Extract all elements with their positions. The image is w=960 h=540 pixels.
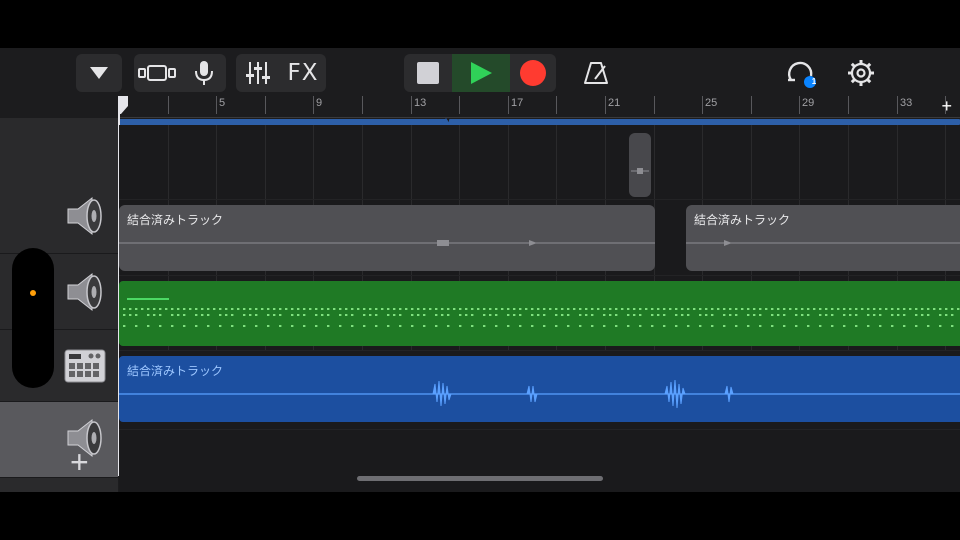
fx-label: FX <box>287 60 319 86</box>
ruler-tick <box>313 96 314 114</box>
audio-region-small[interactable] <box>629 133 651 197</box>
playhead-icon[interactable] <box>119 96 128 114</box>
mixer-fx-group: FX <box>236 54 326 92</box>
ruler-tick <box>508 96 509 114</box>
play-button[interactable] <box>452 54 510 92</box>
tracks-view-button[interactable] <box>134 54 180 92</box>
stop-button[interactable] <box>404 54 452 92</box>
record-button[interactable] <box>510 54 556 92</box>
track-lanes[interactable]: 結合済みトラック 結合済みトラック 結合済みトラック <box>119 125 960 492</box>
track-lane-1[interactable] <box>119 125 960 200</box>
merged-track-region-a[interactable]: 結合済みトラック <box>119 205 655 271</box>
ruler-add-button[interactable]: + <box>941 96 952 116</box>
ruler-tick <box>411 96 412 114</box>
drum-machine-icon <box>64 349 106 383</box>
microphone-button[interactable] <box>182 54 226 92</box>
merged-track-region-b[interactable]: 結合済みトラック <box>686 205 960 271</box>
ruler-bar-number: 9 <box>316 97 323 109</box>
loop-badge-count: 1 <box>811 77 817 86</box>
toolbar: FX 1 <box>0 48 960 96</box>
add-track-button[interactable]: + <box>70 446 89 478</box>
region-waveform <box>119 379 960 409</box>
speaker-icon <box>67 272 102 312</box>
ruler-tick <box>751 96 752 114</box>
ruler-bar-number: 33 <box>900 97 913 109</box>
ruler-tick <box>897 96 898 114</box>
region-waveform <box>119 240 655 246</box>
metronome-icon <box>584 62 608 84</box>
ruler-bar-number: 29 <box>802 97 815 109</box>
ruler-tick <box>605 96 606 114</box>
fx-button[interactable]: FX <box>280 54 326 92</box>
track-header-4-selected[interactable] <box>0 402 118 478</box>
track-menu-button[interactable] <box>76 54 122 92</box>
region-waveform <box>686 240 960 246</box>
cycle-region-bar[interactable] <box>119 118 960 125</box>
region-midi-notes <box>123 298 960 327</box>
merged-track-region-selected[interactable]: 結合済みトラック <box>119 356 960 422</box>
ruler-tick <box>848 96 849 114</box>
ruler-tick <box>459 96 460 114</box>
speaker-icon <box>67 196 102 236</box>
ruler-bar-number: 21 <box>608 97 621 109</box>
ruler-bar-number: 5 <box>219 97 226 109</box>
ruler-tick <box>556 96 557 114</box>
region-waveform <box>631 168 649 174</box>
tracks-view-icon <box>138 65 176 81</box>
microphone-icon <box>195 61 213 85</box>
ruler-tick <box>265 96 266 114</box>
gear-icon <box>848 60 874 86</box>
track-header-1[interactable] <box>0 178 118 254</box>
ruler-tick <box>168 96 169 114</box>
record-icon <box>520 60 546 86</box>
view-group <box>134 54 226 92</box>
track-menu-group <box>76 54 122 92</box>
ruler-tick <box>362 96 363 114</box>
track-lane-2[interactable]: 結合済みトラック 結合済みトラック <box>119 200 960 276</box>
ruler-bar-number: 13 <box>414 97 427 109</box>
home-indicator <box>357 476 603 481</box>
ruler-tick <box>654 96 655 114</box>
ruler-tick <box>799 96 800 114</box>
metronome-button[interactable] <box>576 54 616 92</box>
settings-button[interactable] <box>842 54 880 92</box>
transport-controls <box>404 54 556 92</box>
drum-pattern-region[interactable] <box>119 281 960 346</box>
ruler-tick <box>216 96 217 114</box>
track-headers <box>0 118 118 492</box>
play-icon <box>471 62 492 84</box>
ruler-tick <box>702 96 703 114</box>
stop-icon <box>417 62 439 84</box>
track-lane-4[interactable]: 結合済みトラック <box>119 351 960 430</box>
timeline-ruler[interactable]: 5 9 13 17 21 25 29 33 + <box>119 96 960 118</box>
camera-cutout <box>12 248 54 388</box>
garageband-app: FX 1 5 9 13 17 21 25 29 33 + + 結合済みトラック … <box>0 48 960 492</box>
mixer-sliders-icon <box>246 62 270 84</box>
status-dot <box>30 290 36 296</box>
mixer-button[interactable] <box>236 54 280 92</box>
ruler-bar-number: 17 <box>511 97 524 109</box>
chevron-down-icon <box>90 67 108 79</box>
loop-browser-button[interactable]: 1 <box>782 54 822 92</box>
track-lane-3[interactable] <box>119 276 960 351</box>
ruler-bar-number: 25 <box>705 97 718 109</box>
